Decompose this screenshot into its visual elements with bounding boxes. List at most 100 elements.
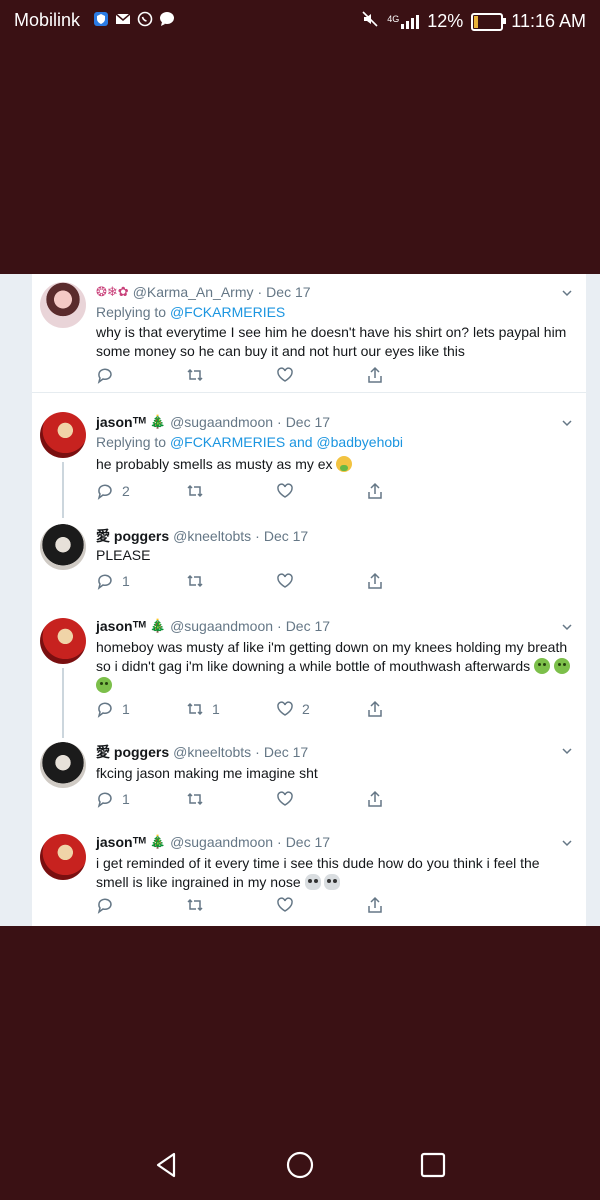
tweet-text: i get reminded of it every time i see th… bbox=[96, 855, 540, 890]
retweet-button[interactable] bbox=[186, 572, 276, 590]
tweet-thread: ❂❄✿ @Karma_An_Army · Dec 17 Replying to … bbox=[32, 274, 586, 926]
heart-icon bbox=[277, 791, 293, 806]
user-handle[interactable]: @sugaandmoon bbox=[170, 834, 273, 850]
status-bar: Mobilink 4G 12% 11:16 AM bbox=[0, 0, 600, 40]
avatar[interactable] bbox=[40, 834, 86, 880]
heart-icon bbox=[277, 573, 293, 588]
tweet-text: he probably smells as musty as my ex bbox=[96, 455, 572, 474]
replying-to: Replying to @FCKARMERIES bbox=[96, 304, 286, 320]
chevron-down-icon[interactable] bbox=[562, 622, 572, 632]
like-button[interactable] bbox=[276, 572, 366, 590]
retweet-button[interactable]: 1 bbox=[186, 700, 276, 718]
back-triangle-icon[interactable] bbox=[152, 1150, 182, 1180]
share-button[interactable] bbox=[366, 366, 456, 384]
user-handle[interactable]: @kneeltobts bbox=[173, 528, 251, 544]
retweet-icon bbox=[187, 898, 203, 912]
tweet[interactable]: jasonᵀᴹ 🎄 @sugaandmoon · Dec 17 Replying… bbox=[32, 404, 586, 518]
comment-icon bbox=[97, 574, 112, 590]
tweet[interactable]: 愛 poggers @kneeltobts · Dec 17 fkcing ja… bbox=[32, 738, 586, 828]
mention-link[interactable]: @FCKARMERIES bbox=[170, 304, 285, 320]
comment-icon bbox=[97, 484, 112, 500]
avatar[interactable] bbox=[40, 282, 86, 328]
user-handle[interactable]: @kneeltobts bbox=[173, 744, 251, 760]
tweet-date[interactable]: Dec 17 bbox=[286, 834, 330, 850]
reply-button[interactable]: 1 bbox=[96, 700, 186, 718]
tweet[interactable]: 愛 poggers @kneeltobts · Dec 17 PLEASE 1 bbox=[32, 518, 586, 610]
display-name[interactable]: 愛 poggers bbox=[96, 742, 169, 762]
like-button[interactable] bbox=[276, 896, 366, 914]
heart-icon bbox=[277, 367, 293, 382]
display-name[interactable]: 愛 poggers bbox=[96, 526, 169, 546]
share-icon bbox=[368, 896, 382, 913]
chevron-down-icon[interactable] bbox=[562, 746, 572, 756]
reply-button[interactable]: 1 bbox=[96, 790, 186, 808]
tweet-date[interactable]: Dec 17 bbox=[264, 744, 308, 760]
home-circle-icon[interactable] bbox=[285, 1150, 315, 1180]
comment-icon bbox=[97, 792, 112, 808]
avatar[interactable] bbox=[40, 524, 86, 570]
user-handle[interactable]: @sugaandmoon bbox=[170, 618, 273, 634]
like-button[interactable] bbox=[276, 790, 366, 808]
tweet-date[interactable]: Dec 17 bbox=[266, 284, 310, 300]
avatar[interactable] bbox=[40, 412, 86, 458]
tweet-actions: 2 bbox=[96, 482, 456, 500]
like-button[interactable] bbox=[276, 482, 366, 500]
share-button[interactable] bbox=[366, 572, 456, 590]
chevron-down-icon[interactable] bbox=[562, 838, 572, 848]
share-button[interactable] bbox=[366, 896, 456, 914]
tweet-actions: 1 bbox=[96, 790, 456, 808]
sick-emoji-icon bbox=[534, 658, 551, 674]
display-name[interactable]: jasonᵀᴹ bbox=[96, 834, 146, 850]
chevron-down-icon[interactable] bbox=[562, 288, 572, 298]
display-name[interactable]: jasonᵀᴹ bbox=[96, 414, 146, 430]
reply-button[interactable]: 1 bbox=[96, 572, 186, 590]
mute-icon bbox=[361, 10, 379, 33]
tree-icon: 🎄 bbox=[149, 618, 167, 633]
user-handle[interactable]: @sugaandmoon bbox=[170, 414, 273, 430]
heart-icon bbox=[277, 483, 293, 498]
tweet-thread-screenshot: ❂❄✿ @Karma_An_Army · Dec 17 Replying to … bbox=[0, 274, 600, 926]
tweet-date[interactable]: Dec 17 bbox=[264, 528, 308, 544]
like-button[interactable] bbox=[276, 366, 366, 384]
reply-button[interactable] bbox=[96, 366, 186, 384]
vomit-emoji-icon bbox=[336, 456, 353, 472]
tweet-text: why is that everytime I see him he doesn… bbox=[96, 324, 567, 359]
retweet-button[interactable] bbox=[186, 790, 276, 808]
tree-icon: 🎄 bbox=[149, 414, 167, 429]
share-button[interactable] bbox=[366, 700, 456, 718]
user-handle[interactable]: @Karma_An_Army bbox=[133, 284, 254, 300]
thread-line bbox=[62, 668, 64, 738]
like-button[interactable]: 2 bbox=[276, 700, 366, 718]
tweet[interactable]: jasonᵀᴹ 🎄 @sugaandmoon · Dec 17 i get re… bbox=[32, 830, 586, 924]
retweet-icon bbox=[187, 792, 203, 806]
share-icon bbox=[368, 790, 382, 807]
share-button[interactable] bbox=[366, 482, 456, 500]
mail-icon bbox=[114, 10, 132, 28]
like-count: 2 bbox=[302, 701, 310, 717]
tweet[interactable]: jasonᵀᴹ 🎄 @sugaandmoon · Dec 17 homeboy … bbox=[32, 612, 586, 738]
whatsapp-icon bbox=[136, 10, 154, 28]
reply-button[interactable]: 2 bbox=[96, 482, 186, 500]
reply-button[interactable] bbox=[96, 896, 186, 914]
recents-square-icon[interactable] bbox=[418, 1150, 448, 1180]
avatar[interactable] bbox=[40, 618, 86, 664]
tweet[interactable]: ❂❄✿ @Karma_An_Army · Dec 17 Replying to … bbox=[32, 274, 586, 392]
tweet-date[interactable]: Dec 17 bbox=[286, 414, 330, 430]
retweet-count: 1 bbox=[212, 701, 220, 717]
chevron-down-icon[interactable] bbox=[562, 418, 572, 428]
retweet-button[interactable] bbox=[186, 366, 276, 384]
mention-link[interactable]: @badbyehobi bbox=[316, 434, 403, 450]
retweet-button[interactable] bbox=[186, 482, 276, 500]
avatar[interactable] bbox=[40, 742, 86, 788]
battery-percent: 12% bbox=[427, 11, 464, 31]
retweet-button[interactable] bbox=[186, 896, 276, 914]
share-button[interactable] bbox=[366, 790, 456, 808]
signal-icon: 4G bbox=[387, 14, 420, 29]
carrier-name: Mobilink bbox=[14, 10, 81, 30]
tweet-date[interactable]: Dec 17 bbox=[286, 618, 330, 634]
name-emoji-prefix: ❂❄✿ bbox=[96, 284, 129, 299]
mention-link[interactable]: @FCKARMERIES bbox=[170, 434, 285, 450]
display-name[interactable]: jasonᵀᴹ bbox=[96, 618, 146, 634]
tree-icon: 🎄 bbox=[149, 834, 167, 849]
retweet-icon bbox=[187, 484, 203, 498]
